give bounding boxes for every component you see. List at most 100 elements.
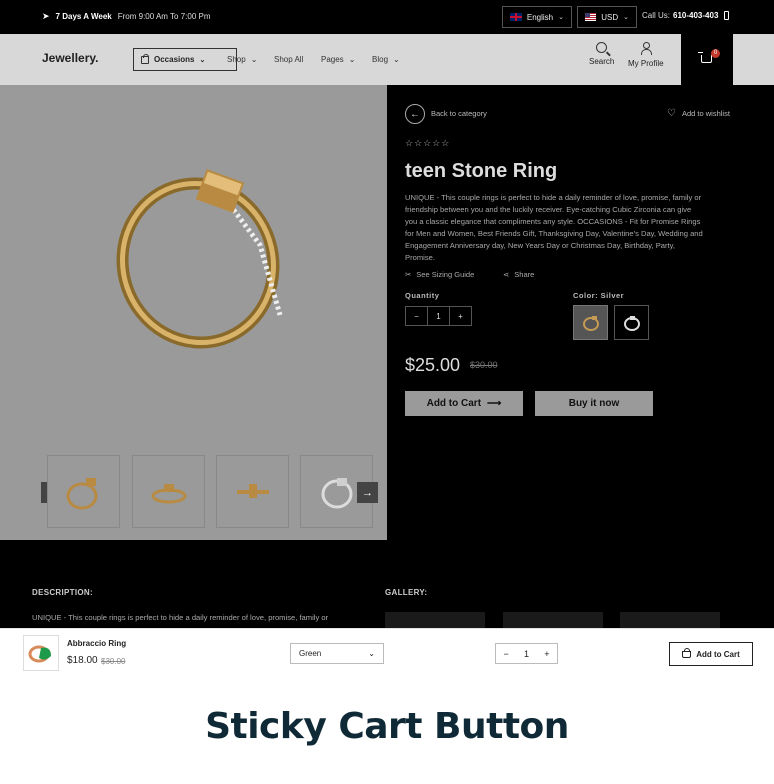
- basket-icon: [682, 647, 692, 658]
- thumb-ring-image: [66, 477, 97, 509]
- rating-stars: ☆☆☆☆☆: [405, 138, 451, 148]
- gallery-thumb-1[interactable]: [47, 455, 120, 528]
- nav-blog-label: Blog: [372, 55, 389, 64]
- sticky-product-price: $18.00: [67, 655, 98, 666]
- cart-icon: [698, 52, 712, 63]
- chevron-down-icon: ⌄: [393, 55, 400, 64]
- site-header: Jewellery. Occasions ⌄ Shop ⌄ Shop All Pa…: [0, 34, 774, 85]
- product-title: teen Stone Ring: [405, 160, 558, 182]
- gallery-thumb-2[interactable]: [132, 455, 205, 528]
- increase-button[interactable]: +: [537, 644, 557, 663]
- share-label: Share: [514, 270, 535, 279]
- back-arrow-icon[interactable]: ←: [405, 104, 425, 124]
- nav-shop-all-label: Shop All: [274, 55, 304, 64]
- quantity-value[interactable]: 1: [516, 644, 536, 663]
- chevron-down-icon: ⌄: [368, 649, 375, 658]
- thumb-ring-image: [151, 483, 186, 503]
- language-select[interactable]: English ⌄: [502, 6, 572, 28]
- call-number: 610-403-403: [673, 11, 719, 20]
- product-old-price: $30.00: [470, 360, 498, 370]
- currency-select[interactable]: USD ⌄: [577, 6, 637, 28]
- ring-swatch-image: [582, 315, 599, 331]
- nav-pages-label: Pages: [321, 55, 344, 64]
- sticky-add-to-cart-button[interactable]: Add to Cart: [669, 642, 753, 666]
- chevron-down-icon: ⌄: [348, 55, 356, 64]
- shipping-info: ➤ 7 Days A Week From 9:00 Am To 7:00 Pm: [42, 11, 211, 22]
- thumb-ring-image: [236, 483, 269, 498]
- cart-button[interactable]: 0: [681, 34, 733, 85]
- nav-shop[interactable]: Shop ⌄: [227, 55, 257, 64]
- profile-button[interactable]: My Profile: [628, 42, 664, 68]
- wishlist-label: Add to wishlist: [681, 109, 730, 118]
- phone-icon: [724, 11, 730, 20]
- sticky-quantity-stepper: − 1 +: [495, 643, 558, 664]
- ring-image: [28, 645, 51, 663]
- add-to-cart-button[interactable]: Add to Cart ⟶: [405, 391, 523, 416]
- cart-count-badge: 0: [711, 49, 720, 58]
- scissors-icon: ✂: [405, 270, 412, 279]
- sticky-add-to-cart-label: Add to Cart: [696, 649, 740, 659]
- quantity-label: Quantity: [405, 291, 440, 300]
- ring-swatch-image: [623, 315, 640, 331]
- share-icon: ⋖: [503, 270, 510, 279]
- color-swatch-silver[interactable]: [614, 305, 649, 340]
- chevron-down-icon: ⌄: [623, 14, 629, 21]
- nav-pages[interactable]: Pages ⌄: [321, 55, 355, 64]
- product-gallery: ← →: [0, 85, 387, 540]
- top-bar: ➤ 7 Days A Week From 9:00 Am To 7:00 Pm …: [0, 0, 774, 34]
- sticky-cart-bar: Abbraccio Ring $18.00 $30.00 Green ⌄ − 1…: [0, 628, 774, 676]
- decrease-button[interactable]: −: [496, 644, 516, 663]
- quantity-value[interactable]: 1: [427, 307, 449, 325]
- nav-blog[interactable]: Blog ⌄: [372, 55, 400, 64]
- variant-value: Green: [299, 649, 322, 658]
- language-value: English: [526, 12, 554, 22]
- caption-title: Sticky Cart Button: [205, 706, 569, 747]
- product-details: ← Back to category ♡ Add to wishlist ☆☆☆…: [387, 85, 774, 540]
- back-to-category-link[interactable]: Back to category: [431, 109, 487, 118]
- gallery-image[interactable]: [620, 612, 720, 628]
- paper-plane-icon: ➤: [42, 11, 50, 21]
- share-link[interactable]: ⋖ Share: [503, 270, 534, 279]
- color-swatch-gold[interactable]: [573, 305, 608, 340]
- us-flag-icon: [585, 13, 597, 21]
- nav-shop-label: Shop: [227, 55, 246, 64]
- add-to-wishlist-button[interactable]: ♡ Add to wishlist: [667, 108, 730, 119]
- description-heading: DESCRIPTION:: [32, 588, 93, 597]
- currency-value: USD: [601, 12, 619, 22]
- shipping-days: 7 Days A Week: [55, 12, 112, 21]
- shipping-hours: From 9:00 Am To 7:00 Pm: [117, 12, 211, 21]
- site-logo[interactable]: Jewellery.: [42, 51, 98, 65]
- search-label: Search: [589, 57, 615, 66]
- call-label: Call Us:: [642, 11, 671, 20]
- profile-label: My Profile: [628, 59, 664, 68]
- heart-icon: ♡: [667, 108, 676, 119]
- call-us[interactable]: Call Us: 610-403-403: [642, 11, 730, 20]
- description-text: UNIQUE - This couple rings is perfect to…: [32, 613, 329, 622]
- product-description: UNIQUE - This couple rings is perfect to…: [405, 193, 703, 262]
- chevron-down-icon: ⌄: [250, 55, 258, 64]
- sticky-product-old-price: $30.00: [101, 657, 126, 666]
- gallery-heading: GALLERY:: [385, 588, 428, 597]
- arrow-right-icon: ⟶: [487, 398, 502, 409]
- decrease-button[interactable]: −: [406, 307, 427, 325]
- buy-now-button[interactable]: Buy it now: [535, 391, 653, 416]
- user-icon: [640, 42, 652, 55]
- uk-flag-icon: [510, 13, 522, 21]
- chevron-down-icon: ⌄: [199, 56, 206, 64]
- gallery-image[interactable]: [503, 612, 603, 628]
- nav-shop-all[interactable]: Shop All: [274, 55, 303, 64]
- product-main-image[interactable]: [110, 165, 310, 365]
- add-to-cart-label: Add to Cart: [426, 398, 482, 409]
- product-price: $25.00: [405, 355, 461, 375]
- sizing-guide-link[interactable]: ✂ See Sizing Guide: [405, 270, 474, 279]
- gallery-image[interactable]: [385, 612, 485, 628]
- gallery-thumb-3[interactable]: [216, 455, 289, 528]
- increase-button[interactable]: +: [449, 307, 471, 325]
- sticky-variant-select[interactable]: Green ⌄: [290, 643, 384, 664]
- search-button[interactable]: Search: [589, 42, 614, 66]
- occasions-label: Occasions: [154, 55, 195, 64]
- sizing-guide-label: See Sizing Guide: [416, 270, 475, 279]
- occasions-menu-button[interactable]: Occasions ⌄: [133, 48, 237, 71]
- color-label: Color: Silver: [573, 291, 625, 300]
- gallery-next-button[interactable]: →: [357, 482, 378, 503]
